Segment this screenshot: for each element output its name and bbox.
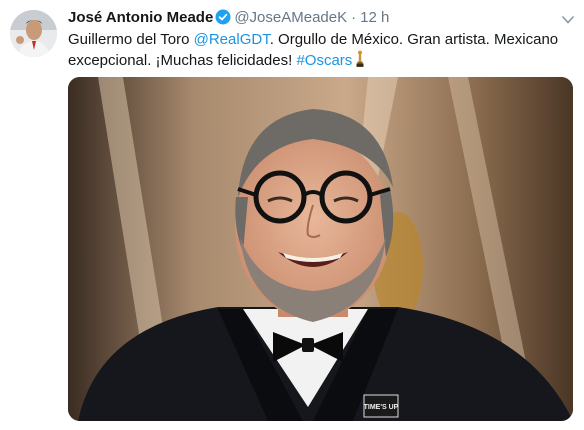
- tweet-card[interactable]: José Antonio Meade @JoseAMeadeK · 12 h Guil…: [0, 0, 584, 430]
- hashtag-link[interactable]: #Oscars: [296, 52, 352, 69]
- tweet-text: Guillermo del Toro @RealGDT. Orgullo de …: [68, 30, 573, 74]
- tweet-text-part: Guillermo del Toro: [68, 31, 194, 48]
- avatar-image: [10, 10, 57, 57]
- photo-image: TIME'S UP: [68, 77, 573, 421]
- separator-dot: ·: [351, 9, 357, 26]
- tweet-photo[interactable]: TIME'S UP: [68, 77, 573, 421]
- author-avatar[interactable]: [10, 10, 57, 57]
- times-up-pin: TIME'S UP: [364, 404, 399, 411]
- author-handle[interactable]: @JoseAMeadeK: [234, 9, 347, 26]
- author-name[interactable]: José Antonio Meade: [68, 9, 213, 26]
- tweet-header: José Antonio Meade @JoseAMeadeK · 12 h: [68, 8, 554, 28]
- chevron-down-icon[interactable]: [562, 12, 574, 24]
- verified-badge-icon: [215, 9, 231, 31]
- mention-link[interactable]: @RealGDT: [194, 31, 270, 48]
- tweet-timestamp[interactable]: 12 h: [360, 9, 389, 26]
- oscar-trophy-icon: [355, 50, 365, 74]
